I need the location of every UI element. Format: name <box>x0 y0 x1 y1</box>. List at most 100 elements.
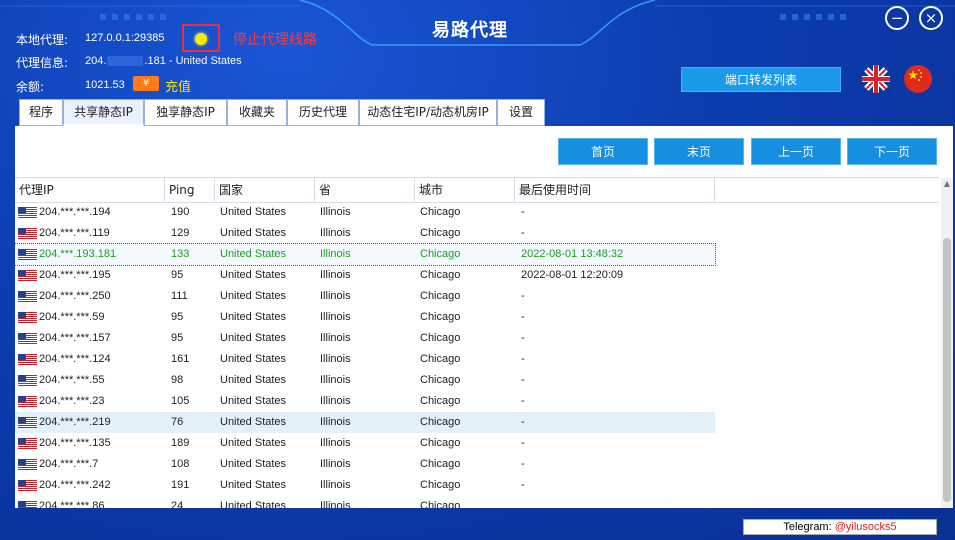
table-row[interactable]: 204.***.***.157 95 United States Illinois Ch… <box>15 328 715 349</box>
telegram-handle[interactable]: @yilusocks5 <box>835 521 897 533</box>
us-flag-icon <box>18 480 37 491</box>
next-page-button[interactable]: 下一页 <box>847 138 937 165</box>
table-row[interactable]: 204.***.***.219 76 United States Illinois Ch… <box>15 412 715 433</box>
scroll-thumb[interactable] <box>943 238 951 502</box>
cell-province: Illinois <box>320 206 351 218</box>
tab-history-proxy[interactable]: 历史代理 <box>287 99 359 126</box>
cell-ip: 204.***.193.181 <box>39 248 117 260</box>
cell-ip: 204.***.***.119 <box>39 227 110 239</box>
balance-label: 余额: <box>16 80 45 94</box>
minimize-icon[interactable]: − <box>885 6 909 30</box>
cell-ping: 95 <box>171 332 184 344</box>
table-row[interactable]: 204.***.***.195 95 United States Illinois Ch… <box>15 265 715 286</box>
cell-province: Illinois <box>320 458 351 470</box>
english-flag-icon[interactable] <box>862 65 890 93</box>
last-page-button[interactable]: 末页 <box>654 138 744 165</box>
cell-city: Chicago <box>420 311 461 323</box>
table-row[interactable]: 204.***.***.119 129 United States Illinois C… <box>15 223 715 244</box>
cell-ping: 129 <box>171 227 190 239</box>
cell-country: United States <box>220 395 287 407</box>
column-header-ping[interactable]: Ping <box>165 178 215 202</box>
cell-city: Chicago <box>420 206 461 218</box>
tab-dynamic-ip[interactable]: 动态住宅IP/动态机房IP <box>359 99 497 126</box>
column-header-last-used[interactable]: 最后使用时间 <box>515 178 715 202</box>
chinese-flag-icon[interactable] <box>904 65 932 93</box>
cell-ip: 204.***.***.124 <box>39 353 111 365</box>
cell-country: United States <box>220 290 287 302</box>
us-flag-icon <box>18 459 37 470</box>
telegram-contact[interactable]: Telegram: @yilusocks5 <box>743 519 937 535</box>
us-flag-icon <box>18 501 37 508</box>
column-header-ip[interactable]: 代理IP <box>15 178 165 202</box>
cell-province: Illinois <box>320 479 351 491</box>
us-flag-icon <box>18 438 37 449</box>
table-row[interactable]: 204.***.***.59 95 United States Illinois Chi… <box>15 307 715 328</box>
table-row[interactable]: 204.***.***.55 98 United States Illinois Chi… <box>15 370 715 391</box>
cell-country: United States <box>220 416 287 428</box>
cell-ping: 108 <box>171 458 190 470</box>
cell-country: United States <box>220 248 287 260</box>
table-row[interactable]: 204.***.***.23 105 United States Illinois Ch… <box>15 391 715 412</box>
table-row[interactable]: 204.***.***.86 24 United States Illinois Chi… <box>15 496 715 508</box>
scroll-up-icon[interactable]: ▲ <box>941 178 953 190</box>
cell-city: Chicago <box>420 458 461 470</box>
table-scrollbar[interactable]: ▲ <box>941 178 953 508</box>
column-header-province[interactable]: 省 <box>315 178 415 202</box>
cell-ping: 105 <box>171 395 190 407</box>
cell-last-used: 2022-08-01 13:48:32 <box>521 248 624 260</box>
cell-last-used: - <box>521 332 525 344</box>
cell-country: United States <box>220 227 287 239</box>
telegram-label: Telegram: <box>783 521 835 533</box>
stop-proxy-button[interactable]: 停止代理线路 <box>233 29 317 49</box>
proxy-status-indicator[interactable] <box>182 24 220 52</box>
cell-last-used: 2022-08-01 12:20:09 <box>521 269 624 281</box>
cell-ip: 204.***.***.157 <box>39 332 111 344</box>
cell-city: Chicago <box>420 269 461 281</box>
proxy-info-prefix: 204. <box>85 55 107 67</box>
tab-program[interactable]: 程序 <box>19 99 63 126</box>
cell-city: Chicago <box>420 500 461 508</box>
cell-ip: 204.***.***.59 <box>39 311 105 323</box>
cell-ip: 204.***.***.242 <box>39 479 111 491</box>
table-row[interactable]: 204.***.***.250 111 United States Illinois C… <box>15 286 715 307</box>
table-row[interactable]: 204.***.***.194 190 United States Illinois C… <box>15 202 715 223</box>
cell-ip: 204.***.***.135 <box>39 437 111 449</box>
column-header-city[interactable]: 城市 <box>415 178 515 202</box>
cell-ip: 204.***.***.219 <box>39 416 111 428</box>
cell-province: Illinois <box>320 290 351 302</box>
proxy-list-panel: 首页 末页 上一页 下一页 代理IP Ping 国家 省 城市 最后使用时间 2… <box>15 126 953 508</box>
cell-province: Illinois <box>320 500 351 508</box>
cell-last-used: - <box>521 395 525 407</box>
us-flag-icon <box>18 417 37 428</box>
cell-ip: 204.***.***.7 <box>39 458 99 470</box>
us-flag-icon <box>18 270 37 281</box>
proxy-info-suffix: .181 - United States <box>144 55 242 67</box>
column-header-country[interactable]: 国家 <box>215 178 315 202</box>
table-row[interactable]: 204.***.***.135 189 United States Illinois C… <box>15 433 715 454</box>
prev-page-button[interactable]: 上一页 <box>751 138 841 165</box>
cell-ping: 98 <box>171 374 184 386</box>
tab-shared-static-ip[interactable]: 共享静态IP <box>63 99 144 126</box>
close-icon[interactable]: × <box>919 6 943 30</box>
table-row[interactable]: 204.***.***.242 191 United States Illinois C… <box>15 475 715 496</box>
table-row[interactable]: 204.***.***.124 161 United States Illinois C… <box>15 349 715 370</box>
cell-last-used: - <box>521 437 525 449</box>
first-page-button[interactable]: 首页 <box>558 138 648 165</box>
recharge-button[interactable]: 充值 <box>165 76 191 95</box>
proxy-info-value: 204. .181 - United States <box>85 55 242 67</box>
balance-value: 1021.53 <box>85 79 125 91</box>
tab-favorites[interactable]: 收藏夹 <box>227 99 287 126</box>
cell-province: Illinois <box>320 416 351 428</box>
app-title: 易路代理 <box>432 20 508 41</box>
cell-ping: 76 <box>171 416 184 428</box>
tab-settings[interactable]: 设置 <box>497 99 545 126</box>
port-forward-list-button[interactable]: 端口转发列表 <box>681 67 841 92</box>
table-row[interactable]: 204.***.193.181 133 United States Illinois C… <box>15 243 716 266</box>
cell-last-used: - <box>521 479 525 491</box>
cell-province: Illinois <box>320 311 351 323</box>
recharge-icon[interactable]: ¥ <box>133 76 159 91</box>
cell-city: Chicago <box>420 437 461 449</box>
tab-exclusive-static-ip[interactable]: 独享静态IP <box>144 99 227 126</box>
table-row[interactable]: 204.***.***.7 108 United States Illinois Chi… <box>15 454 715 475</box>
us-flag-icon <box>18 375 37 386</box>
